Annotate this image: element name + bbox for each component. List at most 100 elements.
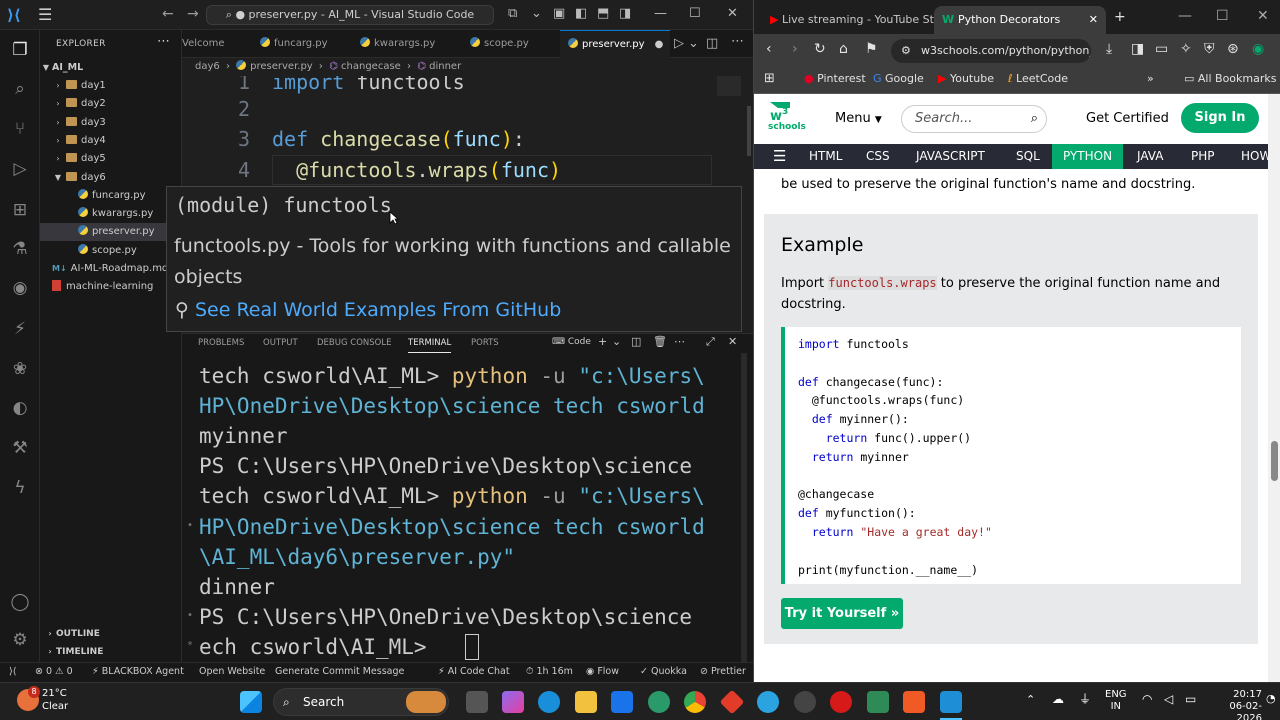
all-bookmarks[interactable]: ▭ All Bookmarks xyxy=(1184,72,1276,85)
more-actions-icon[interactable]: ⋯ xyxy=(157,34,170,49)
remote-icon[interactable]: ⟩⟨ xyxy=(9,663,16,681)
menu-icon[interactable]: ☰ xyxy=(38,5,52,24)
tab-funcarg[interactable]: funcarg.py xyxy=(252,30,350,58)
minimize-icon[interactable]: — xyxy=(654,6,667,21)
more-actions-icon[interactable]: ⋯ xyxy=(731,34,744,49)
toggle-secondary-sidebar-icon[interactable]: ◨ xyxy=(619,6,631,21)
tab-preserver[interactable]: preserver.py ● xyxy=(560,30,670,58)
app-icon-2[interactable] xyxy=(867,691,889,713)
flow-status[interactable]: ◉ Flow xyxy=(586,663,619,681)
ai-chat-status[interactable]: ⚡ AI Code Chat xyxy=(438,663,510,681)
blackbox-status[interactable]: ⚡ BLACKBOX Agent xyxy=(92,663,184,681)
mic-icon[interactable]: ⏚ xyxy=(1079,693,1091,705)
app-icon[interactable] xyxy=(719,689,745,715)
copilot-icon[interactable] xyxy=(502,691,524,713)
browser-app-icon[interactable] xyxy=(648,691,670,713)
code-line[interactable]: 2 xyxy=(182,94,722,124)
tree-file[interactable]: funcarg.py xyxy=(40,187,182,205)
minimize-icon[interactable]: — xyxy=(1178,8,1192,24)
testing-icon[interactable]: ⚗ xyxy=(8,237,32,261)
close-tab-icon[interactable]: ✕ xyxy=(1089,9,1098,31)
bookmark-youtube[interactable]: ▶ Youtube xyxy=(938,72,994,85)
quokka-icon[interactable]: ◐ xyxy=(8,396,32,420)
tree-folder[interactable]: ▼ day6 xyxy=(40,169,182,187)
tab-welcome[interactable]: Velcome xyxy=(182,30,252,58)
tree-file[interactable]: preserver.py xyxy=(40,223,182,242)
unsaved-dot-icon[interactable]: ● xyxy=(655,39,664,50)
reload-icon[interactable]: ↻ xyxy=(814,41,826,57)
github-icon[interactable]: ◉ xyxy=(8,276,32,300)
paw-icon[interactable]: ❀ xyxy=(8,357,32,381)
topnav-item[interactable]: JAVASCRIPT xyxy=(905,144,996,169)
menu-button[interactable]: Menu ▼ xyxy=(835,111,882,126)
tree-folder[interactable]: › day2 xyxy=(40,95,182,113)
close-panel-icon[interactable]: ✕ xyxy=(728,335,737,348)
bookmark-pinterest[interactable]: ● Pinterest xyxy=(804,72,866,85)
accounts-icon[interactable]: ◯ xyxy=(8,590,32,614)
tab-kwarargs[interactable]: kwarargs.py xyxy=(350,30,455,58)
sidebar-icon[interactable]: ◨ xyxy=(1131,41,1144,57)
lightning-icon[interactable]: ϟ xyxy=(8,476,32,500)
layout-icon[interactable]: ▣ xyxy=(553,6,565,21)
topnav-item[interactable]: PHP xyxy=(1180,144,1226,169)
task-view-icon[interactable] xyxy=(466,691,488,713)
volume-icon[interactable]: ◁ xyxy=(1164,693,1173,705)
wallet-icon[interactable]: ▭ xyxy=(1155,41,1168,57)
tab-terminal[interactable]: TERMINAL xyxy=(408,334,452,353)
vpn-icon[interactable]: ⊛ xyxy=(1227,41,1239,57)
windows-start-icon[interactable] xyxy=(240,691,262,713)
run-debug-icon[interactable]: ▷ xyxy=(8,157,32,181)
forward-arrow-icon[interactable]: › xyxy=(792,41,798,57)
brave-icon[interactable] xyxy=(903,691,925,713)
tab-problems[interactable]: PROBLEMS xyxy=(198,334,244,352)
chevron-down-icon[interactable]: ⌄ xyxy=(612,335,621,348)
bookmark-google[interactable]: G Google xyxy=(873,72,924,85)
tray-chevron-up-icon[interactable]: ⌃ xyxy=(1026,694,1035,706)
back-arrow-icon[interactable]: ← xyxy=(162,6,174,22)
search-icon[interactable]: ⌕ xyxy=(8,77,32,101)
toggle-panel-icon[interactable]: ⬒ xyxy=(597,6,609,21)
outline-section[interactable]: › OUTLINE xyxy=(40,625,182,643)
w3schools-logo[interactable]: w 3 schools xyxy=(768,100,806,134)
topnav-item[interactable]: CSS xyxy=(855,144,901,169)
taskbar-search[interactable]: ⌕ Search xyxy=(273,688,449,716)
explorer-icon[interactable]: ❐ xyxy=(8,38,32,62)
telegram-icon[interactable] xyxy=(757,691,779,713)
get-certified-link[interactable]: Get Certified xyxy=(1086,111,1169,126)
command-decoration-icon[interactable]: • xyxy=(187,610,193,621)
prettier-status[interactable]: ⊘ Prettier xyxy=(700,663,746,681)
workspace-root[interactable]: ▼ AI_ML xyxy=(40,59,182,77)
forward-arrow-icon[interactable]: → xyxy=(187,6,199,22)
download-icon[interactable]: ⤓ xyxy=(1106,41,1112,57)
split-terminal-icon[interactable]: ◫ xyxy=(631,335,641,348)
tree-folder[interactable]: › day3 xyxy=(40,114,182,132)
back-arrow-icon[interactable]: ‹ xyxy=(766,41,772,57)
quokka-status[interactable]: ✓ Quokka xyxy=(640,663,687,681)
run-icon[interactable]: ▷ xyxy=(674,36,684,51)
tree-file[interactable]: machine-learning xyxy=(40,278,182,296)
chrome-icon[interactable] xyxy=(684,691,706,713)
topnav-item[interactable]: PYTHON xyxy=(1052,144,1124,169)
toggle-sidebar-icon[interactable]: ◧ xyxy=(575,6,587,21)
breadcrumb-file[interactable]: preserver.py xyxy=(250,61,313,72)
store-icon[interactable] xyxy=(611,691,633,713)
browser-tab-w3schools[interactable]: W Python Decorators ✕ xyxy=(934,6,1106,34)
browser-tab-youtube[interactable]: ▶ Live streaming - YouTube Stu xyxy=(762,6,941,34)
copilot-chat-icon[interactable]: ⚡ xyxy=(8,317,32,341)
battery-icon[interactable]: ▭ xyxy=(1185,693,1196,705)
bookmark-leetcode[interactable]: ℓ LeetCode xyxy=(1008,72,1068,85)
wifi-icon[interactable]: ◠ xyxy=(1142,693,1152,705)
copilot-icon[interactable]: ⧉ xyxy=(508,6,517,21)
minimap[interactable] xyxy=(717,76,741,96)
search-input[interactable]: Search... ⌕ xyxy=(901,105,1047,133)
extensions-icon[interactable]: ⊞ xyxy=(8,198,32,222)
opera-icon[interactable] xyxy=(830,691,852,713)
tree-file[interactable]: M↓ AI-ML-Roadmap.md xyxy=(40,260,182,278)
tools-icon[interactable]: ⚒ xyxy=(8,436,32,460)
shield-icon[interactable]: ⛨ xyxy=(1204,41,1215,57)
more-actions-icon[interactable]: ⋯ xyxy=(674,335,685,348)
problems-status[interactable]: ⊗ 0 ⚠ 0 xyxy=(35,663,73,681)
chevron-down-icon[interactable]: ⌄ xyxy=(688,36,699,51)
file-explorer-icon[interactable] xyxy=(575,691,597,713)
scrollbar-thumb[interactable] xyxy=(1271,441,1278,481)
